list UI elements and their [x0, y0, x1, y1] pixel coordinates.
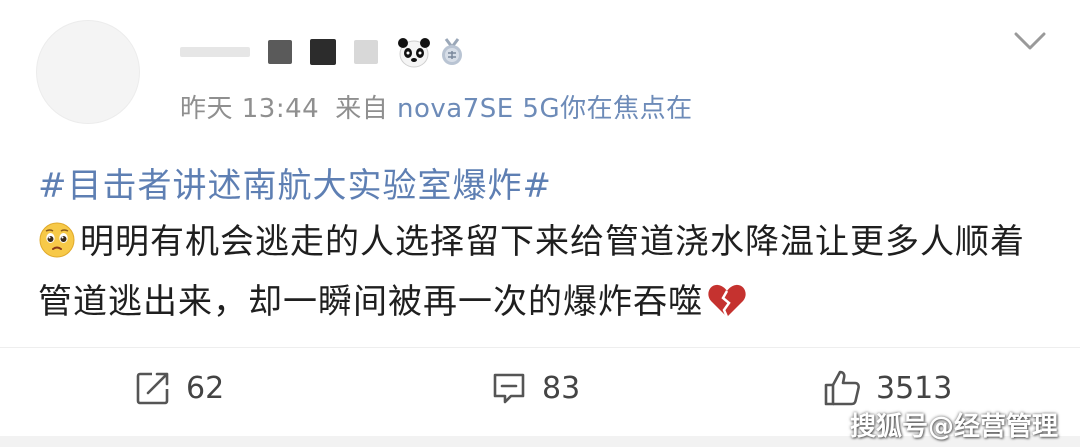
repost-button[interactable]: 62 [134, 366, 224, 410]
post-content: 明明有机会逃走的人选择留下来给管道浇水降温让更多人顺着管道逃出来，却一瞬间被再一… [38, 212, 1048, 332]
repost-icon [136, 372, 169, 405]
post-text: 明明有机会逃走的人选择留下来给管道浇水降温让更多人顺着管道逃出来，却一瞬间被再一… [38, 222, 1025, 322]
username-redacted [310, 39, 336, 65]
post-meta: 昨天 13:44 来自 nova7SE 5G你在焦点在 [180, 88, 693, 125]
watermark: 搜狐号@经营管理 [849, 412, 1058, 442]
divider [0, 347, 1080, 348]
comment-count: 83 [542, 370, 581, 406]
thumbs-up-icon [824, 370, 860, 406]
username-row[interactable] [180, 28, 466, 76]
pleading-face-emoji [39, 222, 75, 258]
repost-count: 62 [186, 370, 225, 406]
comment-icon [493, 373, 525, 404]
source-prefix: 来自 [335, 94, 389, 124]
chevron-down-icon[interactable] [1012, 28, 1048, 56]
hashtag-topic-link[interactable]: #目击者讲述南航大实验室爆炸# [38, 158, 552, 207]
broken-heart-emoji [708, 284, 746, 318]
username-redacted [180, 47, 250, 57]
avatar[interactable] [36, 20, 140, 124]
post-source-link[interactable]: nova7SE 5G你在焦点在 [397, 94, 693, 124]
post-time: 昨天 13:44 [180, 94, 320, 124]
like-count: 3513 [876, 370, 953, 406]
username-redacted [268, 40, 292, 64]
username-redacted [354, 40, 378, 64]
panda-badge-icon [398, 38, 430, 68]
comment-button[interactable]: 83 [490, 366, 580, 410]
like-button[interactable]: 3513 [822, 366, 952, 410]
medal-badge-icon [442, 38, 462, 65]
